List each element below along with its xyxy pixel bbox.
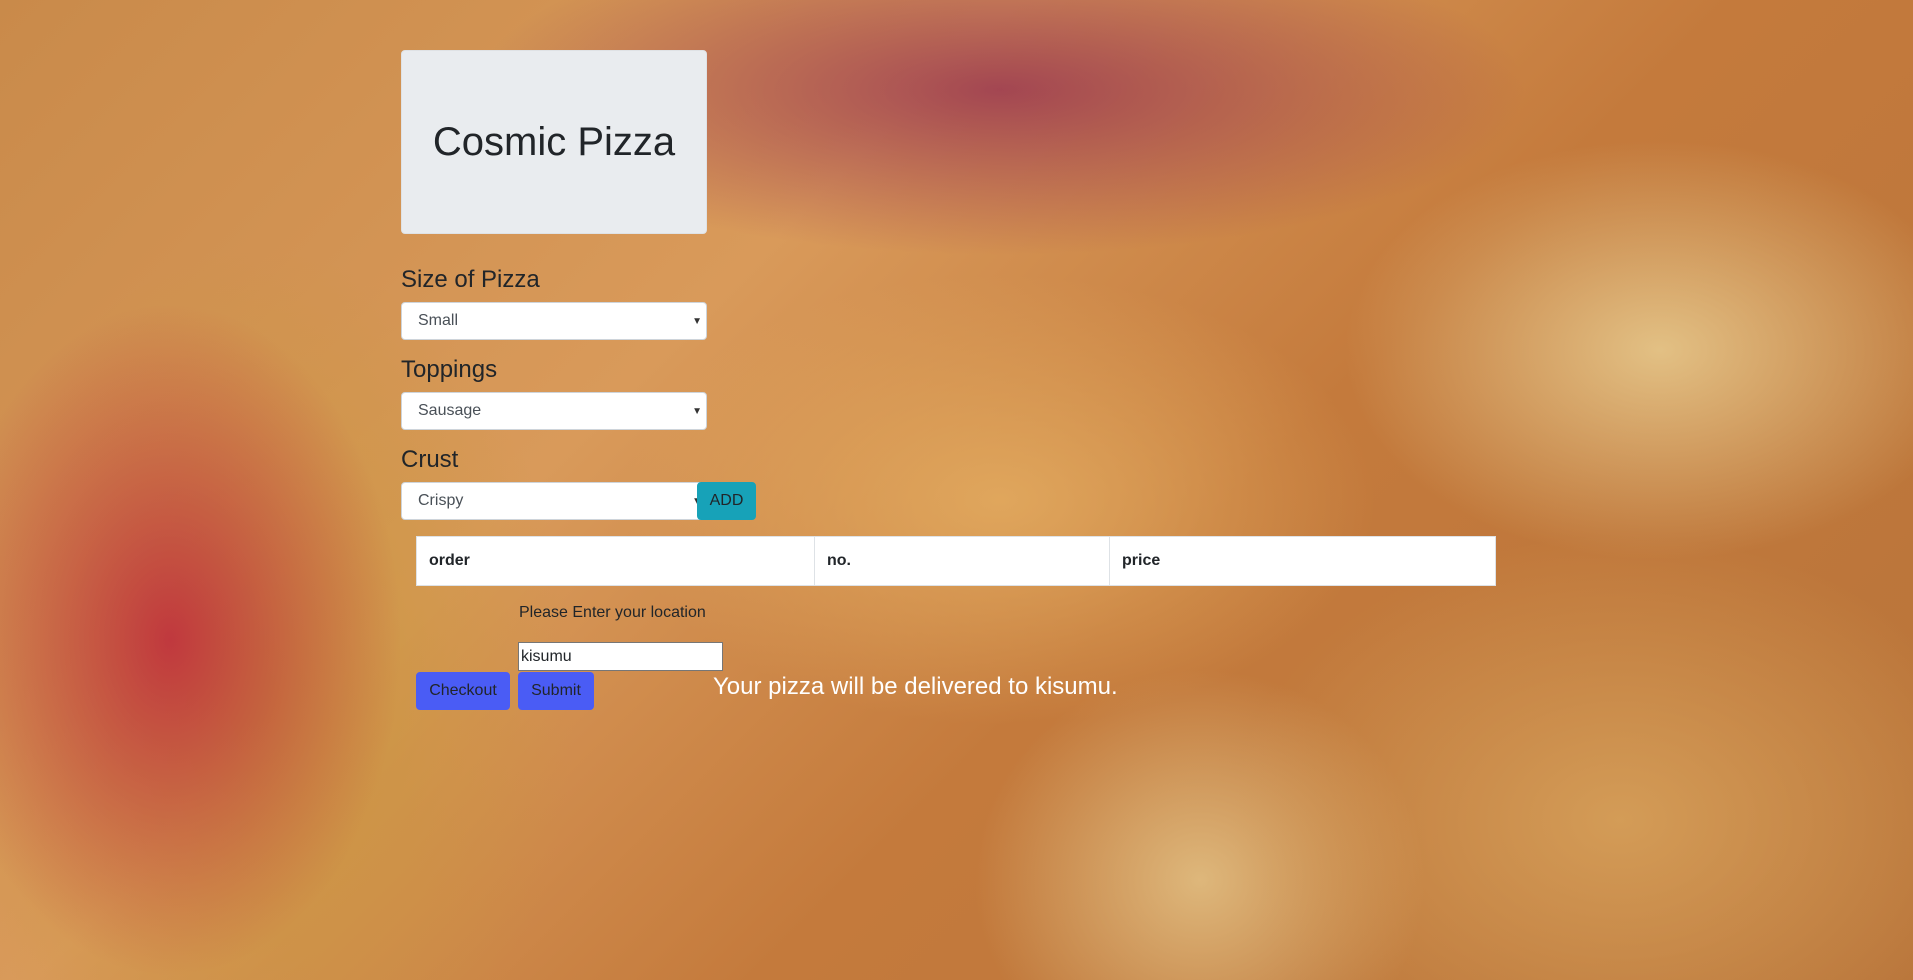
- add-button[interactable]: ADD: [697, 482, 756, 520]
- chevron-down-icon: ▼: [692, 406, 702, 417]
- size-selected-value: Small: [418, 312, 459, 329]
- size-label: Size of Pizza: [401, 266, 540, 293]
- location-input-value: kisumu: [521, 647, 572, 665]
- submit-button[interactable]: Submit: [518, 672, 594, 710]
- page-title: Cosmic Pizza: [432, 119, 676, 164]
- crust-label: Crust: [401, 446, 459, 473]
- column-header-number: no.: [815, 537, 1110, 585]
- pizza-background-image: [0, 0, 1913, 980]
- toppings-selected-value: Sausage: [418, 402, 482, 419]
- toppings-select[interactable]: Sausage ▼: [401, 392, 707, 430]
- size-select[interactable]: Small ▼: [401, 302, 707, 340]
- toppings-label: Toppings: [401, 356, 498, 383]
- checkout-button[interactable]: Checkout: [416, 672, 510, 710]
- delivery-message: Your pizza will be delivered to kisumu.: [713, 673, 1118, 700]
- column-header-order: order: [417, 537, 815, 585]
- header-container: Cosmic Pizza: [401, 50, 707, 234]
- crust-selected-value: Crispy: [418, 492, 464, 509]
- column-header-price: price: [1122, 552, 1161, 569]
- order-table: order no. price: [416, 536, 1496, 586]
- location-label: Please Enter your location: [519, 604, 706, 621]
- location-input[interactable]: kisumu: [518, 642, 723, 671]
- chevron-down-icon: ▼: [692, 316, 702, 327]
- jumbotron: Cosmic Pizza: [401, 50, 707, 234]
- crust-select[interactable]: Crispy ▼: [401, 482, 707, 520]
